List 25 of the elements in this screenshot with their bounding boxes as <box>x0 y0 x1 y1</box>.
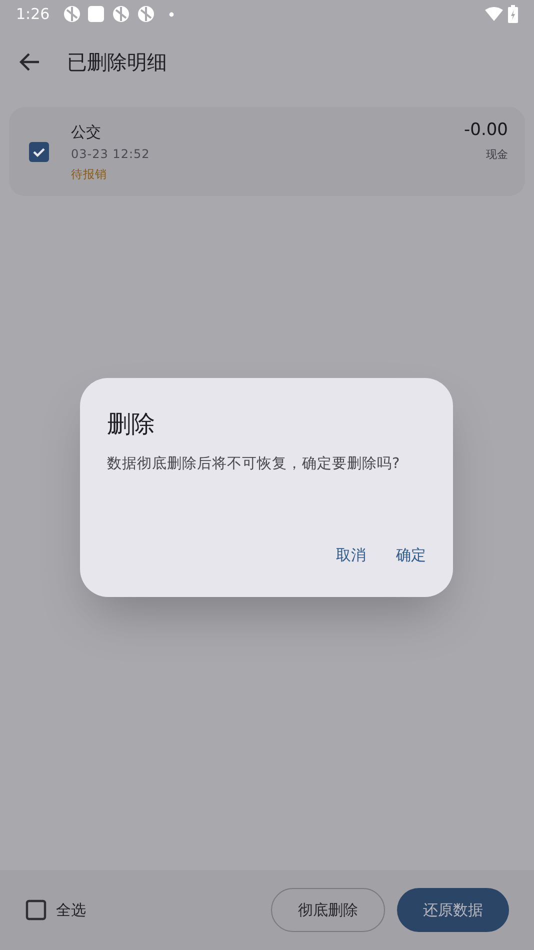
dialog-title: 删除 <box>107 409 155 440</box>
delete-permanently-button[interactable]: 彻底删除 <box>271 888 385 932</box>
cancel-button[interactable]: 取消 <box>324 535 378 575</box>
status-time: 1:26 <box>16 4 50 25</box>
select-all-label: 全选 <box>56 900 86 921</box>
aperture-icon <box>112 6 129 22</box>
confirm-button[interactable]: 确定 <box>384 535 438 575</box>
record-name: 公交 <box>71 122 101 142</box>
square-icon <box>88 6 104 22</box>
account-label: 现金 <box>486 146 508 162</box>
record-time: 03-23 12:52 <box>71 146 150 162</box>
checkbox[interactable] <box>25 899 47 921</box>
back-arrow-icon[interactable] <box>18 52 40 72</box>
record-amount: -0.00 <box>464 119 508 142</box>
restore-button[interactable]: 还原数据 <box>397 888 509 932</box>
record-card[interactable]: 公交 03-23 12:52 待报销 -0.00 现金 <box>9 107 525 196</box>
wifi-icon <box>485 7 503 21</box>
aperture-icon <box>138 6 154 22</box>
aperture-icon <box>64 6 80 22</box>
dialog-message: 数据彻底删除后将不可恢复，确定要删除吗? <box>107 454 400 474</box>
dot-icon <box>168 12 174 16</box>
page-title: 已删除明细 <box>67 49 167 76</box>
record-tag: 待报销 <box>71 164 107 182</box>
checked-checkbox[interactable] <box>28 140 50 162</box>
battery-icon <box>508 5 518 23</box>
